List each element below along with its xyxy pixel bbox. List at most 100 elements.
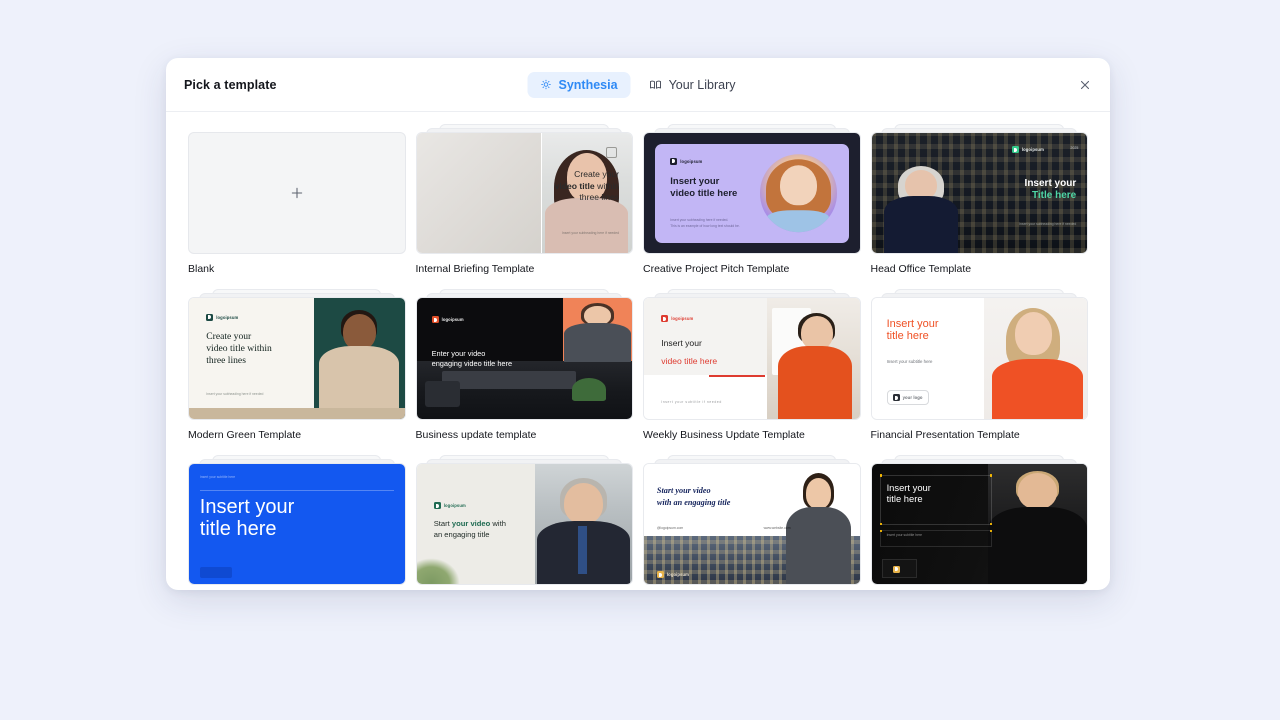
brand-logo-text: logoipsum xyxy=(666,572,689,578)
brand-logo: logoipsum xyxy=(661,315,693,323)
logo-mark-icon xyxy=(893,565,900,573)
template-card-head-office[interactable]: logoipsum 2025 Insert your Title here In… xyxy=(870,124,1088,276)
brand-logo: logoipsum xyxy=(670,157,703,165)
logo-mark-icon xyxy=(661,315,669,323)
thumbnail-wrap: Start your video with an engaging title … xyxy=(643,454,861,586)
thumb-title-line2: title here xyxy=(886,492,923,504)
tab-your-library-label: Your Library xyxy=(668,77,736,92)
brand-logo: logoipsum xyxy=(206,313,238,321)
thumbnail-wrap xyxy=(188,124,406,255)
resize-handle[interactable] xyxy=(879,529,883,533)
thumbnail-wrap: logoipsum Start your video with an engag… xyxy=(415,454,633,586)
avatar-head xyxy=(779,165,817,206)
thumbnail-wrap: logoipsum Insert your video title here I… xyxy=(643,124,861,255)
thumb-title-line2: video title within xyxy=(206,342,272,354)
template-thumbnail[interactable]: logoipsum Enter your video engaging vide… xyxy=(415,297,633,420)
template-card-city-business[interactable]: Start your video with an engaging title … xyxy=(643,454,861,590)
template-thumbnail[interactable]: Insert your title here Insert your subti… xyxy=(870,297,1088,420)
thumb-title-line2: engaging video title here xyxy=(431,359,513,369)
brand-logo-text: logoipsum xyxy=(441,317,464,323)
template-grid-scroll[interactable]: Blank Create your video title within thr… xyxy=(166,112,1110,590)
thumb-title-line1: Create your xyxy=(206,330,252,342)
accent-rule xyxy=(708,375,765,377)
template-card-blue-title[interactable]: Insert your subtitle here Insert your ti… xyxy=(188,454,406,590)
thumb-title-line1: Enter your video xyxy=(431,348,486,358)
logo-chip: your logo xyxy=(886,390,929,406)
brand-logo-text: logoipsum xyxy=(680,158,703,164)
blank-thumbnail[interactable] xyxy=(188,132,406,255)
avatar xyxy=(884,164,958,254)
thumb-scene xyxy=(416,360,632,419)
thumb-meta-left: @logoipsum.com xyxy=(656,526,684,531)
template-thumbnail[interactable]: Create your video title within three lin… xyxy=(415,132,633,255)
avatar xyxy=(786,473,851,584)
template-card-modern-green[interactable]: logoipsum Create your video title within… xyxy=(188,289,406,441)
thumb-title-line1: Insert your xyxy=(199,496,295,519)
template-thumbnail[interactable]: Insert your title here Insert your subti… xyxy=(870,462,1088,586)
resize-handle[interactable] xyxy=(879,522,883,526)
template-card-start-your-video[interactable]: logoipsum Start your video with an engag… xyxy=(415,454,633,590)
thumb-subtitle: Insert your subheading here if needed xyxy=(1019,221,1077,226)
template-thumbnail[interactable]: Start your video with an engaging title … xyxy=(643,462,861,586)
thumb-title-post: with xyxy=(490,518,506,528)
scene-chair xyxy=(425,380,460,408)
thumbnail-wrap: Insert your title here Insert your subti… xyxy=(870,289,1088,420)
sparkle-icon xyxy=(541,79,552,90)
avatar-circle xyxy=(759,154,838,232)
thumb-right-photo xyxy=(983,298,1087,419)
thumb-subtitle-line2: This is an example of how long text shou… xyxy=(670,223,740,228)
resize-handle[interactable] xyxy=(989,522,993,526)
template-card-label: Modern Green Template xyxy=(188,428,302,441)
thumbnail-wrap: logoipsum Insert your video title here I… xyxy=(643,289,861,420)
thumb-title-line1: Insert your xyxy=(886,317,939,330)
template-thumbnail[interactable]: logoipsum Insert your video title here I… xyxy=(643,132,861,255)
scene-table xyxy=(442,371,576,389)
logo-mark-icon xyxy=(431,316,439,324)
thumb-title-line2: an engaging title xyxy=(433,529,490,539)
tab-synthesia[interactable]: Synthesia xyxy=(527,71,631,98)
resize-handle[interactable] xyxy=(989,529,993,533)
template-card-financial-presentation[interactable]: Insert your title here Insert your subti… xyxy=(870,289,1088,441)
thumb-title: Enter your video engaging video title he… xyxy=(432,349,604,370)
avatar-head xyxy=(584,305,611,325)
thumb-title-line2: title here xyxy=(886,330,929,343)
template-card-business-update[interactable]: logoipsum Enter your video engaging vide… xyxy=(415,289,633,441)
tab-synthesia-label: Synthesia xyxy=(558,77,618,92)
template-thumbnail[interactable]: logoipsum Start your video with an engag… xyxy=(415,462,633,586)
template-card-label: Head Office Template xyxy=(870,263,972,276)
template-card-blank[interactable]: Blank xyxy=(188,124,406,275)
thumb-title-bold: your video xyxy=(451,518,491,528)
close-button[interactable] xyxy=(1074,74,1096,96)
template-card-weekly-business-update[interactable]: logoipsum Insert your video title here I… xyxy=(643,289,861,441)
modal-header: Pick a template Synthesia Your Library xyxy=(166,58,1110,112)
template-thumbnail[interactable]: logoipsum Create your video title within… xyxy=(188,297,406,420)
template-thumbnail[interactable]: Insert your subtitle here Insert your ti… xyxy=(188,462,406,586)
template-source-tabs: Synthesia Your Library xyxy=(527,71,749,98)
template-card-internal-briefing[interactable]: Create your video title within three lin… xyxy=(415,124,633,276)
thumb-subtitle-line1: Insert your subheading here if needed. xyxy=(670,218,729,223)
avatar-body xyxy=(884,196,958,254)
avatar-head xyxy=(904,169,938,200)
plus-icon xyxy=(291,187,302,199)
thumb-subtitle: Insert your subtitle here xyxy=(199,474,236,479)
template-card-creative-project-pitch[interactable]: logoipsum Insert your video title here I… xyxy=(643,124,861,275)
thumb-title: Insert your title here xyxy=(887,482,990,504)
template-card-label: Internal Briefing Template xyxy=(415,263,535,276)
logo-placeholder xyxy=(882,558,917,579)
thumbnail-wrap: logoipsum Enter your video engaging vide… xyxy=(415,289,633,420)
thumb-title-pre: Start xyxy=(433,518,452,528)
scene-plant xyxy=(571,378,607,402)
avatar-body xyxy=(987,507,1087,585)
thumb-title-line1: Insert your xyxy=(670,176,720,188)
logo-chip-text: your logo xyxy=(902,395,923,401)
brand-logo: logoipsum xyxy=(431,316,464,324)
resize-handle[interactable] xyxy=(879,474,883,477)
resize-handle[interactable] xyxy=(989,474,993,477)
template-card-label: Financial Presentation Template xyxy=(870,428,1020,441)
tab-your-library[interactable]: Your Library xyxy=(637,72,749,98)
thumb-title-line2: with an engaging title xyxy=(656,497,731,507)
template-thumbnail[interactable]: logoipsum Insert your video title here I… xyxy=(643,297,861,420)
template-card-bold-black[interactable]: Insert your title here Insert your subti… xyxy=(870,454,1088,590)
thumbnail-wrap: logoipsum Create your video title within… xyxy=(188,289,406,420)
template-thumbnail[interactable]: logoipsum 2025 Insert your Title here In… xyxy=(870,132,1088,255)
